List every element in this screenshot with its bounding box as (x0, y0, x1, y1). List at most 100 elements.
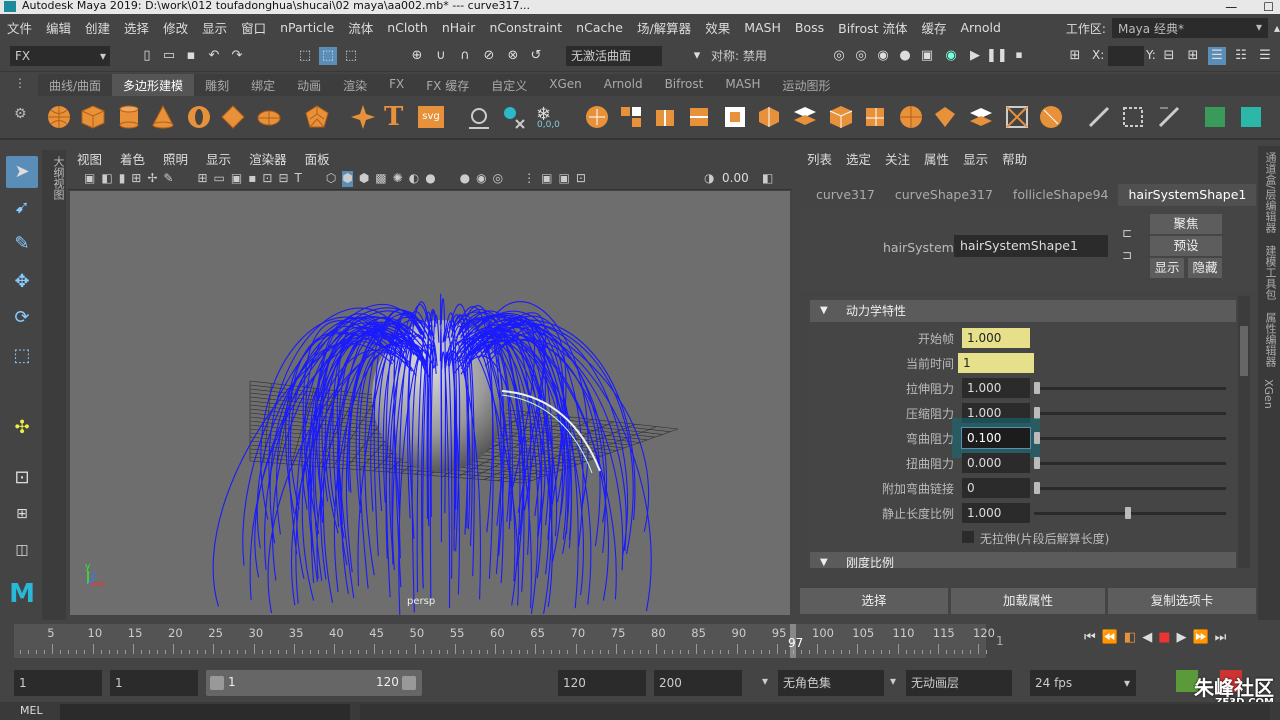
select-tool-icon[interactable]: ➤ (6, 156, 38, 188)
bookmark-icon[interactable]: ▮ (119, 171, 126, 187)
multi-cut-icon[interactable] (756, 104, 782, 130)
anim-layer-dropdown[interactable]: 无动画层 (906, 670, 1012, 696)
stop-icon[interactable]: ■ (1158, 630, 1170, 652)
step-back-key-icon[interactable]: ◧ (1124, 630, 1136, 652)
2d-pan-icon[interactable]: ✢ (147, 171, 157, 187)
attr-editor-tab[interactable]: follicleShape94 (1003, 184, 1119, 206)
shelf-tab[interactable]: 绑定 (240, 74, 286, 96)
load-attributes-button[interactable]: 加载属性 (951, 588, 1105, 614)
super-shape-icon[interactable] (350, 104, 376, 130)
film-gate-icon[interactable]: ▭ (214, 171, 225, 187)
shelf-menu-icon[interactable]: ⋮ (14, 76, 26, 90)
right-side-tab[interactable]: XGen (1258, 373, 1279, 415)
single-view-icon[interactable]: ⊡ (6, 462, 38, 494)
lasso-tool-icon[interactable]: ➹ (6, 192, 38, 224)
shelf-tab[interactable]: 动画 (286, 74, 332, 96)
frame-icon[interactable]: ▣ (558, 171, 569, 187)
group-icon[interactable] (1202, 104, 1228, 130)
shelf-tab[interactable]: FX 缓存 (415, 74, 480, 96)
attr-slider-track[interactable] (1034, 437, 1226, 440)
select-hierarchy-icon[interactable]: ⬚ (296, 47, 314, 65)
time-ruler[interactable]: 5 10 15 20 25 30 35 40 45 50 55 60 65 70 75 80 85 90 95 100… (14, 624, 995, 658)
combine-icon[interactable] (466, 104, 492, 130)
playback-start-field[interactable]: 1 (110, 670, 198, 696)
shelf-tab[interactable]: 自定义 (480, 74, 538, 96)
camera-icon[interactable]: ▣ (84, 171, 95, 187)
shelf-tab[interactable]: Arnold (593, 74, 654, 96)
poly-disc-icon[interactable] (256, 104, 282, 130)
menu-item[interactable]: 效果 (698, 18, 737, 37)
scale-tool-icon[interactable]: ⬚ (6, 340, 38, 372)
select-object-icon[interactable]: ⬚ (319, 47, 337, 65)
menu-item[interactable]: 缓存 (914, 18, 953, 37)
smooth-icon[interactable]: ❄ 0,0,0 (536, 104, 562, 130)
perspective-viewport[interactable]: x y z persp (70, 191, 790, 615)
attr-slider-track[interactable] (1034, 387, 1226, 390)
playback-end-field[interactable]: 120 (558, 670, 646, 696)
bounding-box-icon[interactable] (1120, 104, 1146, 130)
x-coord-field[interactable] (1108, 46, 1144, 66)
menuset-dropdown[interactable]: FX ▾ (10, 46, 110, 66)
attr-slider-knob[interactable] (1034, 482, 1040, 494)
poly-cube-icon[interactable] (80, 104, 106, 130)
section-dynamics[interactable]: ▼ 动力学特性 (810, 300, 1236, 322)
section-stiffness-scale[interactable]: ▼ 刚度比例 (810, 552, 1236, 568)
node-name-field[interactable]: hairSystemShape1 (954, 235, 1108, 257)
character-set-dropdown[interactable]: 无角色集 (778, 670, 884, 696)
frame-all-icon[interactable]: ⋮ (523, 171, 535, 187)
shelf-tab[interactable]: XGen (538, 74, 593, 96)
snap-curve-icon[interactable]: ∪ (432, 47, 450, 65)
menu-item[interactable]: 显示 (195, 18, 234, 37)
right-side-tab[interactable]: 通道盒/层编辑器 (1258, 146, 1280, 239)
fill-hole-icon[interactable] (722, 104, 748, 130)
attr-slider-knob[interactable] (1034, 407, 1040, 419)
exposure-field[interactable]: 0.00 (722, 171, 749, 185)
two-view-icon[interactable]: ◫ (6, 534, 38, 566)
new-scene-icon[interactable]: ▯ (138, 47, 156, 65)
stop-render-icon[interactable]: ⏹ (1010, 47, 1028, 65)
paint-select-icon[interactable]: ✎ (6, 228, 38, 260)
field-chart-icon[interactable]: ⊡ (262, 171, 272, 187)
menu-item[interactable]: MASH (737, 20, 788, 35)
shelf-tab[interactable]: 运动图形 (772, 74, 842, 96)
exposure-icon[interactable]: ◑ (704, 171, 714, 185)
input-connection-icon[interactable]: ⊏ (1122, 226, 1132, 240)
step-forward-key-icon[interactable]: ⏩ (1192, 630, 1208, 652)
menu-item[interactable]: Bifrost 流体 (831, 18, 914, 37)
viewport-menu-item[interactable]: 显示 (197, 146, 240, 168)
frame-icon-2[interactable]: ⊡ (576, 171, 586, 187)
move-tool-icon[interactable]: ✥ (6, 266, 38, 298)
attr-value-field[interactable]: 0 (962, 478, 1030, 498)
viewport-menu-item[interactable]: 照明 (154, 146, 197, 168)
frame-selected-icon[interactable]: ▣ (541, 171, 552, 187)
menu-item[interactable]: 流体 (341, 18, 380, 37)
attr-slider-track[interactable] (1034, 412, 1226, 415)
append-icon[interactable] (686, 104, 712, 130)
menu-item[interactable]: nHair (435, 20, 483, 35)
open-scene-icon[interactable]: ▭ (160, 47, 178, 65)
poly-plane-icon[interactable] (220, 104, 246, 130)
play-forwards-icon[interactable]: ▶ (1176, 630, 1186, 652)
menu-item[interactable]: nParticle (273, 20, 341, 35)
outliner-vertical-tab[interactable]: 大纲视图 (42, 150, 66, 620)
chevron-down-icon[interactable]: ▾ (762, 674, 768, 688)
range-handle-start[interactable] (210, 676, 224, 690)
knife-icon[interactable] (862, 104, 888, 130)
arnold-render-icon[interactable]: ◉ (942, 47, 960, 65)
attr-value-field[interactable]: 1.000 (962, 378, 1030, 398)
uv-editor-icon[interactable] (1038, 104, 1064, 130)
attr-editor-tab[interactable]: curve317 (806, 184, 885, 206)
menu-item[interactable]: 创建 (78, 18, 117, 37)
crease-icon[interactable] (968, 104, 994, 130)
poly-type-icon[interactable]: T (384, 104, 410, 130)
menu-item[interactable]: 文件 (0, 18, 39, 37)
shadows-icon[interactable]: ◐ (409, 171, 419, 187)
show-button[interactable]: 显示 (1150, 258, 1184, 278)
modeling-toolkit-icon[interactable]: ⊞ (1184, 47, 1202, 65)
focus-button[interactable]: 聚焦 (1150, 214, 1222, 234)
viewport-menu-item[interactable]: 着色 (111, 146, 154, 168)
menu-item[interactable]: 场/解算器 (630, 18, 698, 37)
absolute-transform-icon[interactable]: ⊞ (1066, 47, 1084, 65)
undo-icon[interactable]: ↶ (205, 47, 223, 65)
collapse-arrow-icon[interactable]: ▴ (1274, 21, 1280, 35)
